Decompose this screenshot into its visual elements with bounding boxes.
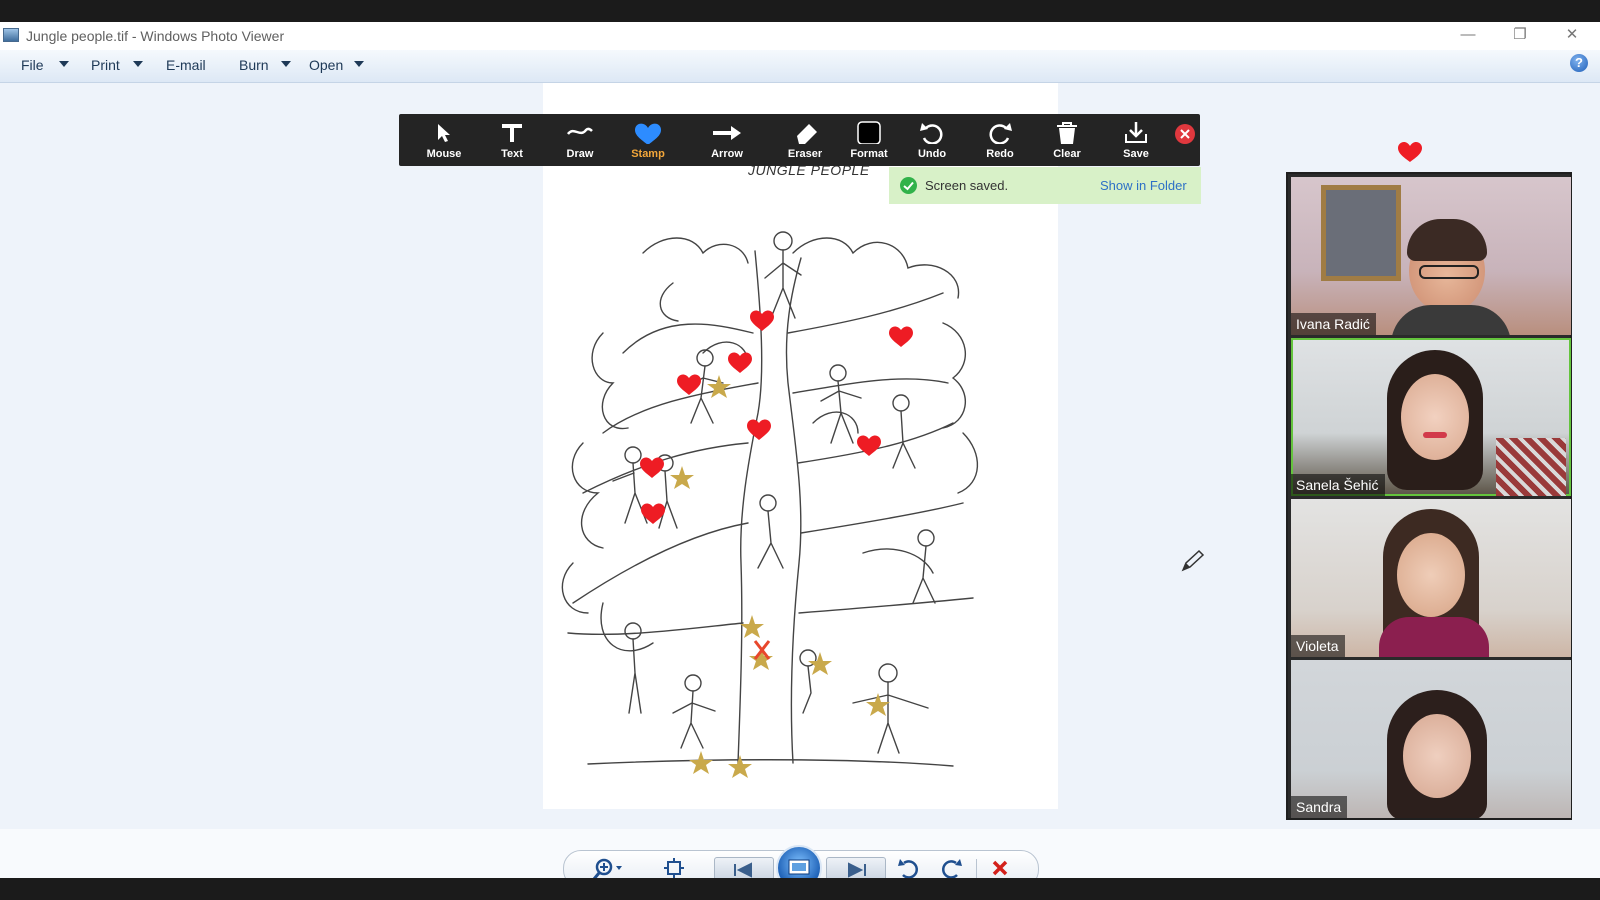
participant-hair bbox=[1407, 219, 1487, 261]
participant-face bbox=[1403, 714, 1471, 798]
checkmark-icon bbox=[900, 177, 917, 194]
help-icon[interactable]: ? bbox=[1570, 54, 1588, 72]
close-icon bbox=[1180, 129, 1190, 139]
participant-tile[interactable]: Sandra bbox=[1291, 660, 1571, 818]
heart-stamps bbox=[640, 310, 913, 524]
photo-viewer-app-icon bbox=[3, 28, 19, 42]
trash-icon bbox=[1057, 122, 1077, 144]
clear-tool[interactable]: Clear bbox=[1033, 114, 1101, 166]
menu-bar: File Print E-mail Burn Open ? bbox=[0, 50, 1600, 83]
glasses bbox=[1419, 265, 1479, 279]
burn-menu[interactable]: Burn bbox=[239, 57, 269, 73]
redo-tool[interactable]: Redo bbox=[966, 114, 1034, 166]
open-dropdown-icon[interactable] bbox=[354, 61, 364, 67]
heart-icon bbox=[635, 123, 661, 144]
undo-icon bbox=[920, 123, 943, 144]
participant-name: Sanela Šehić bbox=[1291, 474, 1385, 496]
draw-tool[interactable]: Draw bbox=[546, 114, 614, 166]
format-tool[interactable]: Format bbox=[835, 114, 903, 166]
participant-sweater bbox=[1379, 617, 1489, 657]
screen-bottom-strip bbox=[0, 878, 1600, 900]
show-in-folder-link[interactable]: Show in Folder bbox=[1100, 178, 1187, 193]
notification-message: Screen saved. bbox=[925, 178, 1009, 193]
participant-name: Violeta bbox=[1291, 635, 1345, 657]
restore-button[interactable]: ❐ bbox=[1500, 24, 1540, 46]
text-tool[interactable]: Text bbox=[478, 114, 546, 166]
participant-face bbox=[1397, 533, 1465, 617]
close-annotation-button[interactable] bbox=[1175, 124, 1195, 144]
eraser-tool[interactable]: Eraser bbox=[771, 114, 839, 166]
participant-name: Sandra bbox=[1291, 796, 1348, 818]
print-menu[interactable]: Print bbox=[91, 57, 120, 73]
undo-tool[interactable]: Undo bbox=[898, 114, 966, 166]
video-gallery: Ivana Radić Sanela Šehić Violeta Sandra bbox=[1286, 172, 1572, 820]
text-icon bbox=[502, 124, 522, 142]
close-window-button[interactable]: ✕ bbox=[1552, 24, 1592, 46]
arrow-icon bbox=[713, 126, 741, 140]
file-menu[interactable]: File bbox=[21, 57, 44, 73]
star-stamps bbox=[670, 375, 890, 778]
participant-shoulders bbox=[1391, 305, 1511, 335]
eraser-icon bbox=[797, 124, 817, 144]
stamp-tool[interactable]: Stamp bbox=[614, 114, 682, 166]
burn-dropdown-icon[interactable] bbox=[281, 61, 291, 67]
cursor-icon bbox=[438, 124, 450, 142]
participant-tile[interactable]: Violeta bbox=[1291, 499, 1571, 657]
arrow-tool[interactable]: Arrow bbox=[693, 114, 761, 166]
annotation-toolbar: Mouse Text Draw Stamp Arrow Eraser Forma… bbox=[399, 114, 1200, 166]
screen-top-strip bbox=[0, 0, 1600, 22]
mouse-tool[interactable]: Mouse bbox=[410, 114, 478, 166]
controls-divider bbox=[976, 859, 977, 879]
screen-saved-notification: Screen saved. Show in Folder bbox=[889, 167, 1201, 204]
wall-picture bbox=[1321, 185, 1401, 281]
participant-smile bbox=[1423, 432, 1447, 438]
window-title: Jungle people.tif - Windows Photo Viewer bbox=[26, 28, 285, 44]
email-menu[interactable]: E-mail bbox=[166, 57, 206, 73]
participant-name: Ivana Radić bbox=[1291, 313, 1376, 335]
color-swatch-icon bbox=[857, 121, 881, 144]
participant-tile-active-speaker[interactable]: Sanela Šehić bbox=[1291, 338, 1571, 496]
checkered-shirt bbox=[1496, 438, 1566, 496]
title-bar: Jungle people.tif - Windows Photo Viewer… bbox=[0, 22, 1600, 50]
annotation-pen-cursor-icon bbox=[1180, 548, 1206, 579]
open-menu[interactable]: Open bbox=[309, 57, 343, 73]
participant-tile[interactable]: Ivana Radić bbox=[1291, 177, 1571, 335]
redo-icon bbox=[989, 123, 1012, 144]
save-tool[interactable]: Save bbox=[1102, 114, 1170, 166]
squiggle-icon bbox=[567, 127, 593, 135]
download-icon bbox=[1125, 122, 1147, 143]
participant-face bbox=[1401, 374, 1469, 460]
minimize-button[interactable]: — bbox=[1448, 24, 1488, 46]
floating-heart-icon bbox=[1398, 141, 1422, 168]
file-dropdown-icon[interactable] bbox=[59, 61, 69, 67]
print-dropdown-icon[interactable] bbox=[133, 61, 143, 67]
